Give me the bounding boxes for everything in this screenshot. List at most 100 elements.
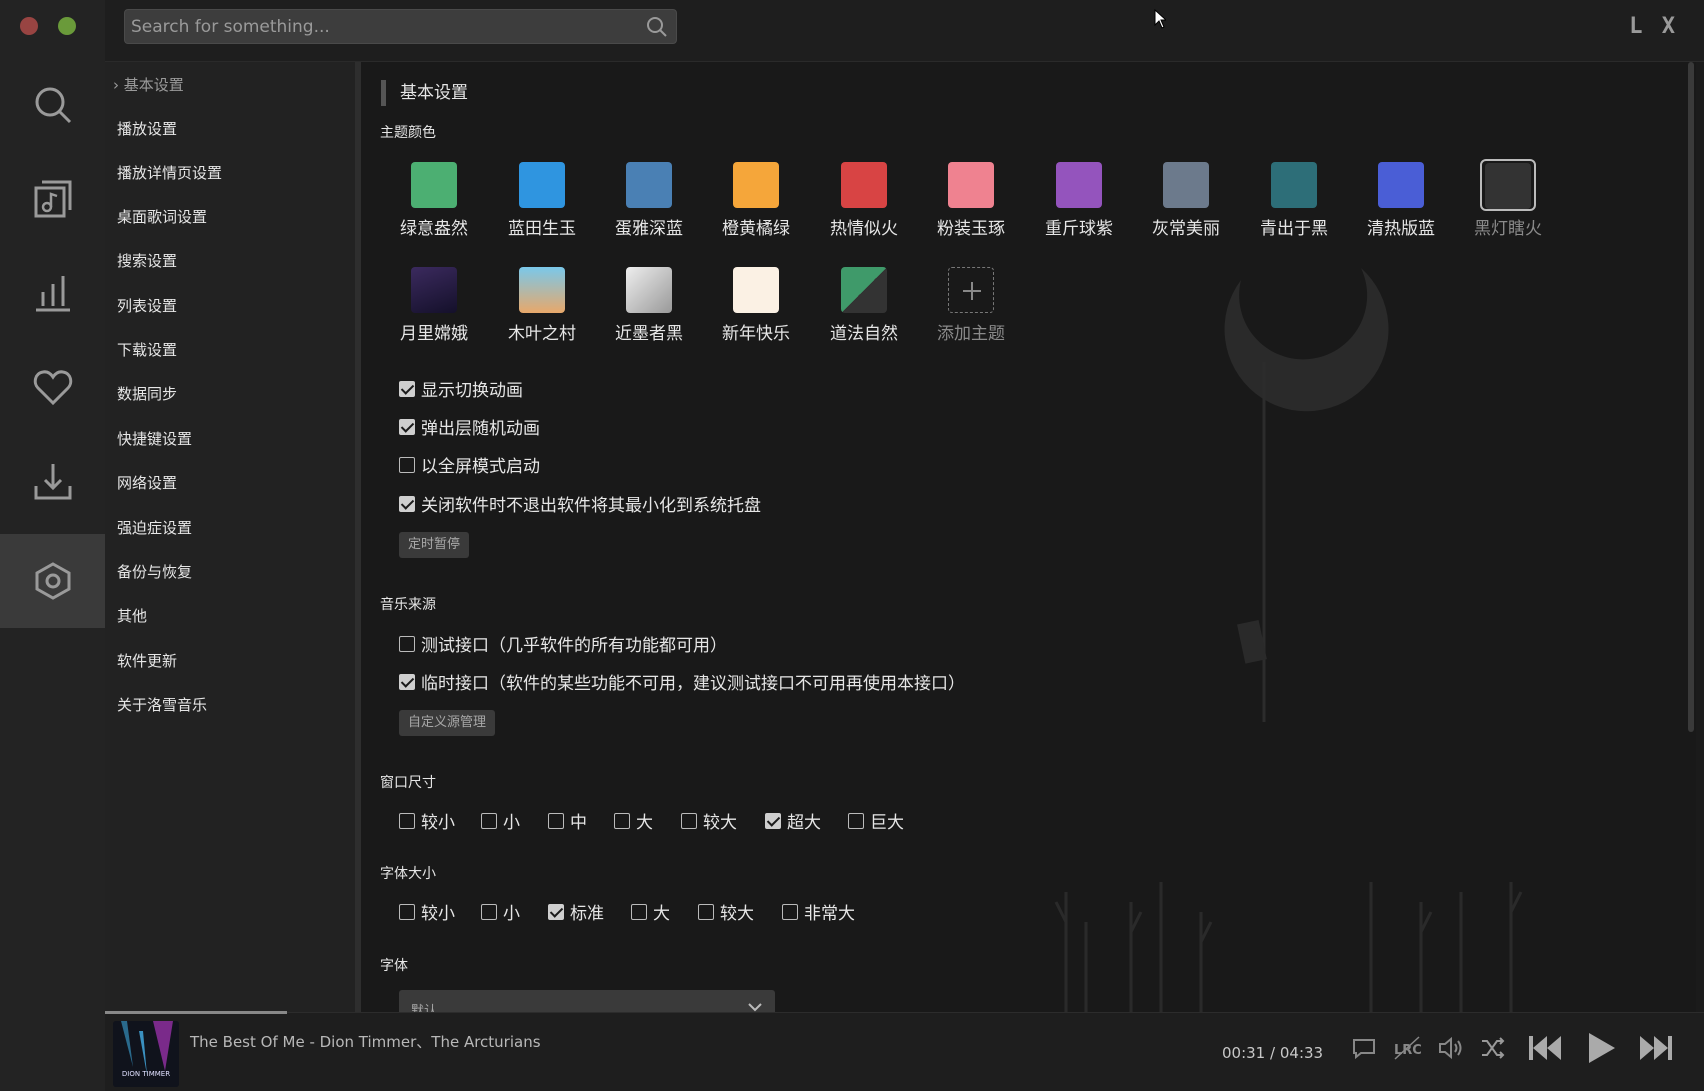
checkbox[interactable] xyxy=(631,903,647,920)
font-size-option[interactable]: 小 xyxy=(481,899,520,924)
content-scrollbar[interactable] xyxy=(1688,62,1694,732)
window-size-option[interactable]: 大 xyxy=(614,808,653,833)
nav-item[interactable]: 播放设置 xyxy=(117,118,177,139)
nav-item[interactable]: 列表设置 xyxy=(117,295,177,316)
nav-item[interactable]: 搜索设置 xyxy=(117,250,177,271)
rail-leaderboard[interactable] xyxy=(0,246,105,340)
nav-item[interactable]: 桌面歌词设置 xyxy=(117,206,207,227)
minimize-window-button[interactable] xyxy=(58,17,76,35)
checkbox[interactable] xyxy=(399,812,415,829)
search-input[interactable] xyxy=(125,10,676,43)
checkbox[interactable] xyxy=(548,903,564,920)
theme-item[interactable]: 道法自然 xyxy=(819,267,909,344)
nav-item[interactable]: 软件更新 xyxy=(117,650,177,671)
nav-item[interactable]: 网络设置 xyxy=(117,472,177,493)
rail-download[interactable] xyxy=(0,434,105,528)
custom-source-button[interactable]: 自定义源管理 xyxy=(399,710,496,736)
checkbox[interactable] xyxy=(399,495,415,512)
checkbox[interactable] xyxy=(481,903,497,920)
window-size-option[interactable]: 较小 xyxy=(399,808,455,833)
timer-pause-button[interactable]: 定时暂停 xyxy=(399,532,470,558)
volume-icon[interactable] xyxy=(1437,1035,1465,1061)
checkbox[interactable] xyxy=(481,812,497,829)
settings-icon xyxy=(35,562,70,600)
theme-item[interactable]: 青出于黑 xyxy=(1249,162,1339,239)
theme-item[interactable]: 重斤球紫 xyxy=(1034,162,1124,239)
comment-icon[interactable] xyxy=(1351,1035,1377,1061)
nav-item[interactable]: 数据同步 xyxy=(117,383,177,404)
option-popup-random-anim[interactable]: 弹出层随机动画 xyxy=(399,414,540,439)
theme-item[interactable]: 热情似火 xyxy=(819,162,909,239)
theme-item[interactable]: 新年快乐 xyxy=(711,267,801,344)
nav-item[interactable]: 备份与恢复 xyxy=(117,561,192,582)
option-show-switch-anim[interactable]: 显示切换动画 xyxy=(399,376,523,401)
font-size-option[interactable]: 非常大 xyxy=(782,899,855,924)
font-size-option-selected[interactable]: 标准 xyxy=(548,899,604,924)
shuffle-icon[interactable] xyxy=(1480,1035,1506,1061)
font-size-option[interactable]: 较大 xyxy=(698,899,754,924)
nav-item[interactable]: 强迫症设置 xyxy=(117,517,192,538)
option-temp-api[interactable]: 临时接口（软件的某些功能不可用，建议测试接口不可用再使用本接口） xyxy=(399,669,965,694)
checkbox[interactable] xyxy=(399,673,415,690)
rail-search[interactable] xyxy=(0,58,105,152)
close-window-button[interactable] xyxy=(20,17,38,35)
window-size-option-selected[interactable]: 超大 xyxy=(765,808,821,833)
theme-color-label: 主题颜色 xyxy=(380,125,436,141)
music-source-label: 音乐来源 xyxy=(380,597,436,613)
checkbox[interactable] xyxy=(548,812,564,829)
nav-item-basic[interactable]: › 基本设置 xyxy=(113,74,184,95)
nav-item[interactable]: 下载设置 xyxy=(117,339,177,360)
chevron-right-icon: › xyxy=(113,76,119,94)
theme-item[interactable]: 灰常美丽 xyxy=(1141,162,1231,239)
search-box xyxy=(124,9,677,44)
font-select[interactable]: 默认 xyxy=(399,990,775,1012)
progress-bar[interactable] xyxy=(105,1011,288,1014)
theme-item[interactable]: 粉装玉琢 xyxy=(926,162,1016,239)
checkbox[interactable] xyxy=(765,812,781,829)
window-size-option[interactable]: 较大 xyxy=(681,808,737,833)
checkbox[interactable] xyxy=(614,812,630,829)
window-size-option[interactable]: 中 xyxy=(548,808,587,833)
nav-item[interactable]: 播放详情页设置 xyxy=(117,162,222,183)
nav-item[interactable]: 其他 xyxy=(117,605,147,626)
rail-song-list[interactable] xyxy=(0,152,105,246)
checkbox[interactable] xyxy=(399,418,415,435)
option-minimize-tray[interactable]: 关闭软件时不退出软件将其最小化到系统托盘 xyxy=(399,491,761,516)
window-size-option[interactable]: 小 xyxy=(481,808,520,833)
font-size-option[interactable]: 大 xyxy=(631,899,670,924)
checkbox[interactable] xyxy=(399,380,415,397)
option-label: 显示切换动画 xyxy=(421,381,523,401)
font-size-option[interactable]: 较小 xyxy=(399,899,455,924)
album-cover[interactable]: DION TIMMER xyxy=(113,1021,179,1087)
rail-settings[interactable] xyxy=(0,534,105,628)
theme-item[interactable]: 木叶之村 xyxy=(497,267,587,344)
option-test-api[interactable]: 测试接口（几乎软件的所有功能都可用） xyxy=(399,631,727,656)
theme-item[interactable]: 蓝田生玉 xyxy=(497,162,587,239)
checkbox[interactable] xyxy=(681,812,697,829)
checkbox[interactable] xyxy=(399,903,415,920)
add-theme-button[interactable]: 添加主题 xyxy=(926,267,1016,344)
checkbox[interactable] xyxy=(848,812,864,829)
checkbox[interactable] xyxy=(399,456,415,473)
theme-item[interactable]: 绿意盎然 xyxy=(389,162,479,239)
next-track-icon[interactable] xyxy=(1638,1033,1674,1063)
search-icon[interactable] xyxy=(646,16,668,38)
rail-favorites[interactable] xyxy=(0,340,105,434)
previous-track-icon[interactable] xyxy=(1527,1033,1563,1063)
window-size-option[interactable]: 巨大 xyxy=(848,808,904,833)
nav-item[interactable]: 快捷键设置 xyxy=(117,428,192,449)
play-icon[interactable] xyxy=(1585,1031,1617,1065)
theme-item[interactable]: 蛋雅深蓝 xyxy=(604,162,694,239)
checkbox[interactable] xyxy=(782,903,798,920)
checkbox[interactable] xyxy=(399,635,415,652)
option-label: 以全屏模式启动 xyxy=(421,457,540,477)
theme-item[interactable]: 月里嫦娥 xyxy=(389,267,479,344)
nav-item[interactable]: 关于洛雪音乐 xyxy=(117,694,207,715)
theme-item[interactable]: 橙黄橘绿 xyxy=(711,162,801,239)
theme-item[interactable]: 近墨者黑 xyxy=(604,267,694,344)
option-fullscreen-start[interactable]: 以全屏模式启动 xyxy=(399,452,540,477)
lyric-icon[interactable]: LRC xyxy=(1393,1035,1421,1061)
theme-item-selected[interactable]: 黑灯瞎火 xyxy=(1463,159,1553,239)
checkbox[interactable] xyxy=(698,903,714,920)
theme-item[interactable]: 清热版蓝 xyxy=(1356,162,1446,239)
